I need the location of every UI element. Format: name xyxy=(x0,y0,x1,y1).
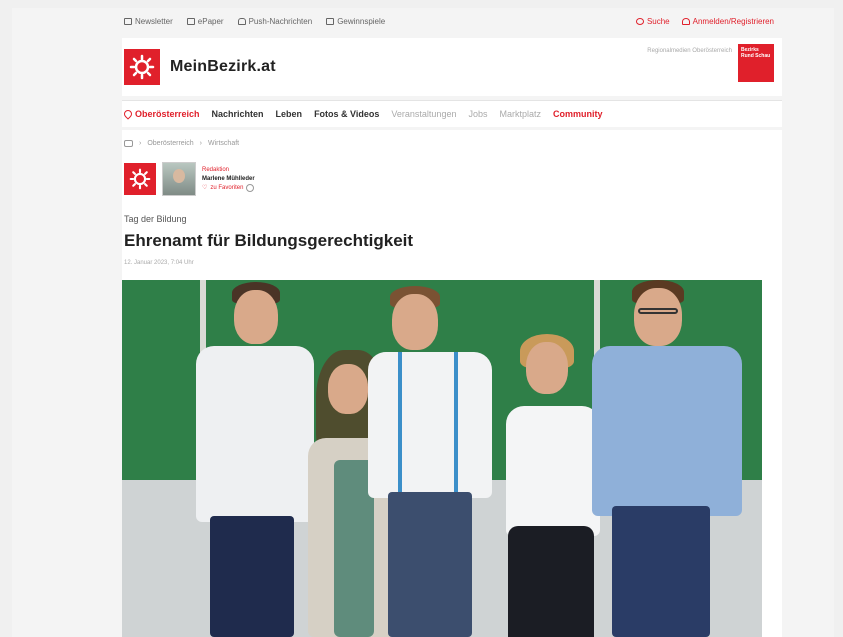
article: › Oberösterreich › Wirtschaft Redaktion … xyxy=(122,130,782,637)
article-date: 12. Januar 2023, 7:04 Uhr xyxy=(124,260,194,266)
mail-icon xyxy=(124,17,132,25)
author-publisher-logo[interactable] xyxy=(124,163,156,195)
author-avatar[interactable] xyxy=(162,162,196,196)
site-brand-name[interactable]: MeinBezirk.at xyxy=(170,58,276,76)
nav-item-community[interactable]: Community xyxy=(553,109,603,119)
user-icon xyxy=(681,17,690,25)
favorite-button[interactable]: ♡ zu Favoriten xyxy=(202,184,255,193)
author-block: Redaktion Marlene Mühlleder ♡ zu Favorit… xyxy=(124,162,255,196)
epaper-link[interactable]: ePaper xyxy=(186,17,224,26)
login-button[interactable]: Anmelden/Registrieren xyxy=(681,17,774,26)
push-notifications-link[interactable]: Push-Nachrichten xyxy=(237,17,312,26)
bell-icon xyxy=(237,17,246,25)
header-note: Regionalmedien Oberösterreich xyxy=(647,48,732,54)
breadcrumb-item[interactable]: Oberösterreich xyxy=(147,140,193,147)
breadcrumb: › Oberösterreich › Wirtschaft xyxy=(124,140,239,147)
region-selector[interactable]: Oberösterreich xyxy=(122,108,200,120)
search-icon xyxy=(635,17,644,25)
sun-logo-icon xyxy=(129,168,151,190)
location-pin-icon xyxy=(122,108,134,120)
content-column: Newsletter ePaper Push-Nachrichten Gewin… xyxy=(122,8,782,637)
main-nav: Oberösterreich Nachrichten Leben Fotos &… xyxy=(122,100,782,127)
home-icon[interactable] xyxy=(124,140,133,147)
page: Newsletter ePaper Push-Nachrichten Gewin… xyxy=(12,8,834,637)
author-name[interactable]: Marlene Mühlleder xyxy=(202,175,255,184)
sun-logo-icon xyxy=(129,54,155,80)
article-kicker: Tag der Bildung xyxy=(124,214,187,224)
article-title: Ehrenamt für Bildungsgerechtigkeit xyxy=(124,231,414,250)
article-hero-image[interactable] xyxy=(122,280,762,637)
nav-item-fotos-videos[interactable]: Fotos & Videos xyxy=(314,109,379,119)
newspaper-icon xyxy=(186,17,195,25)
site-header: MeinBezirk.at Regionalmedien Oberösterre… xyxy=(122,38,782,96)
contests-link[interactable]: Gewinnspiele xyxy=(326,17,385,26)
utility-bar: Newsletter ePaper Push-Nachrichten Gewin… xyxy=(122,8,782,34)
nav-item-leben[interactable]: Leben xyxy=(276,109,303,119)
author-info: Redaktion Marlene Mühlleder ♡ zu Favorit… xyxy=(202,166,255,193)
newsletter-link[interactable]: Newsletter xyxy=(124,17,173,26)
search-button[interactable]: Suche xyxy=(635,17,670,26)
author-role: Redaktion xyxy=(202,166,230,173)
nav-item-marktplatz[interactable]: Marktplatz xyxy=(499,109,541,119)
nav-item-jobs[interactable]: Jobs xyxy=(468,109,487,119)
nav-item-nachrichten[interactable]: Nachrichten xyxy=(212,109,264,119)
heart-icon: ♡ xyxy=(202,184,208,191)
breadcrumb-item[interactable]: Wirtschaft xyxy=(208,140,239,147)
info-icon[interactable] xyxy=(246,184,255,192)
nav-item-veranstaltungen[interactable]: Veranstaltungen xyxy=(391,109,456,119)
site-logo[interactable] xyxy=(124,49,160,85)
partner-logo[interactable]: Bezirks Rund Schau xyxy=(738,44,774,82)
gift-icon xyxy=(326,17,335,25)
